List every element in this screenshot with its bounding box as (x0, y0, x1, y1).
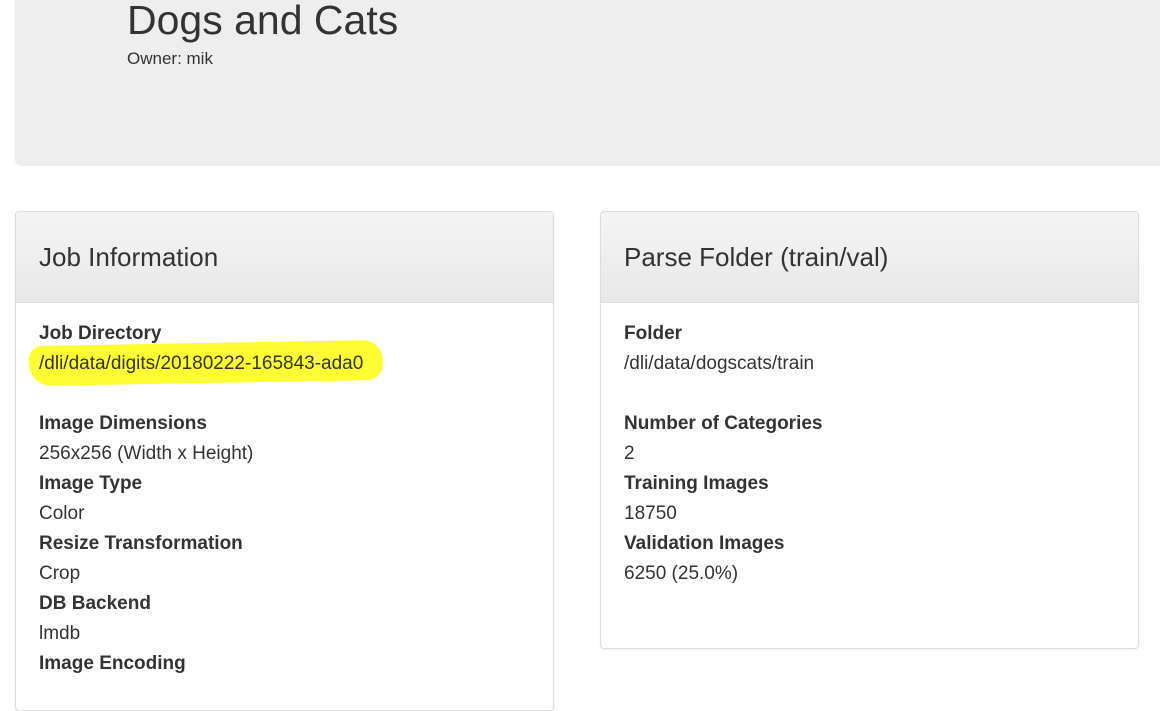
job-information-title: Job Information (39, 241, 219, 272)
number-of-categories-value: 2 (624, 443, 635, 464)
db-backend-value: lmdb (39, 623, 81, 644)
page-header: Dogs and Cats Owner: mik (15, 0, 1160, 166)
image-encoding-label: Image Encoding (39, 653, 186, 674)
training-images-value: 18750 (624, 503, 677, 524)
parse-folder-heading: Parse Folder (train/val) (601, 212, 1138, 303)
image-encoding-value (39, 679, 553, 709)
db-backend-label: DB Backend (39, 593, 151, 614)
image-type-label: Image Type (39, 473, 143, 494)
owner-label: Owner: mik (127, 49, 213, 68)
image-dimensions-label: Image Dimensions (39, 413, 207, 434)
validation-images-value: 6250 (25.0%) (624, 563, 739, 584)
resize-transformation-value: Crop (39, 563, 81, 584)
image-type-value: Color (39, 503, 85, 524)
job-information-panel: Job Information Job Directory /dli/data/… (15, 211, 554, 711)
job-information-body: Job Directory /dli/data/digits/20180222-… (16, 303, 553, 709)
folder-label: Folder (624, 323, 683, 344)
page-title: Dogs and Cats (127, 0, 399, 43)
parse-folder-body: Folder /dli/data/dogscats/train Number o… (601, 303, 1138, 589)
validation-images-label: Validation Images (624, 533, 785, 554)
number-of-categories-label: Number of Categories (624, 413, 823, 434)
training-images-label: Training Images (624, 473, 769, 494)
resize-transformation-label: Resize Transformation (39, 533, 243, 554)
job-directory-value[interactable]: /dli/data/digits/20180222-165843-ada0 (39, 349, 553, 379)
parse-folder-title: Parse Folder (train/val) (624, 241, 889, 272)
parse-folder-panel: Parse Folder (train/val) Folder /dli/dat… (600, 211, 1139, 649)
job-information-heading: Job Information (16, 212, 553, 303)
folder-value: /dli/data/dogscats/train (624, 353, 815, 374)
image-dimensions-value: 256x256 (Width x Height) (39, 443, 254, 464)
job-directory-path: /dli/data/digits/20180222-165843-ada0 (39, 353, 364, 374)
job-directory-highlight: /dli/data/digits/20180222-165843-ada0 (39, 349, 363, 379)
